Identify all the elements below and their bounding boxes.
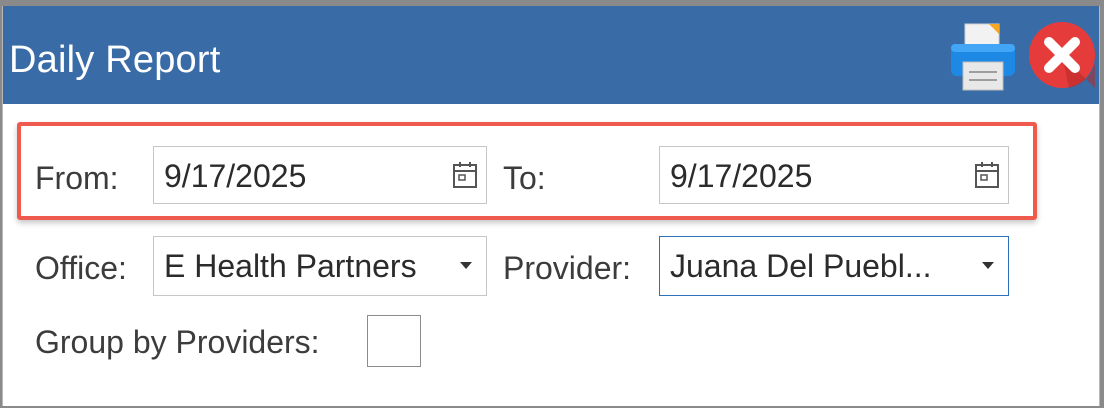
close-icon xyxy=(1029,22,1095,88)
office-dropdown[interactable]: E Health Partners xyxy=(153,236,487,296)
title-bar: Daily Report xyxy=(3,6,1099,104)
calendar-icon[interactable] xyxy=(452,160,478,190)
provider-dropdown[interactable]: Juana Del Puebl... xyxy=(659,236,1009,296)
from-label: From: xyxy=(35,160,119,196)
from-date-field[interactable]: 9/17/2025 xyxy=(153,146,487,204)
group-by-providers-label: Group by Providers: xyxy=(35,324,320,360)
calendar-icon[interactable] xyxy=(974,160,1000,190)
office-label: Office: xyxy=(35,250,127,286)
group-by-providers-checkbox[interactable] xyxy=(367,315,421,367)
to-date-value: 9/17/2025 xyxy=(670,158,813,194)
provider-selected-value: Juana Del Puebl... xyxy=(670,248,932,284)
to-date-field[interactable]: 9/17/2025 xyxy=(659,146,1009,204)
provider-label: Provider: xyxy=(503,250,632,286)
chevron-down-icon xyxy=(982,262,994,269)
window-title: Daily Report xyxy=(9,39,221,81)
printer-icon xyxy=(951,23,1015,91)
chevron-down-icon xyxy=(460,262,472,269)
from-date-value: 9/17/2025 xyxy=(164,158,307,194)
print-button[interactable] xyxy=(947,20,1019,92)
daily-report-window: Daily Report From: 9/17/2025 To: 9/17/20… xyxy=(2,6,1100,406)
close-button[interactable] xyxy=(1027,20,1097,90)
office-selected-value: E Health Partners xyxy=(164,248,417,284)
to-label: To: xyxy=(503,160,546,196)
